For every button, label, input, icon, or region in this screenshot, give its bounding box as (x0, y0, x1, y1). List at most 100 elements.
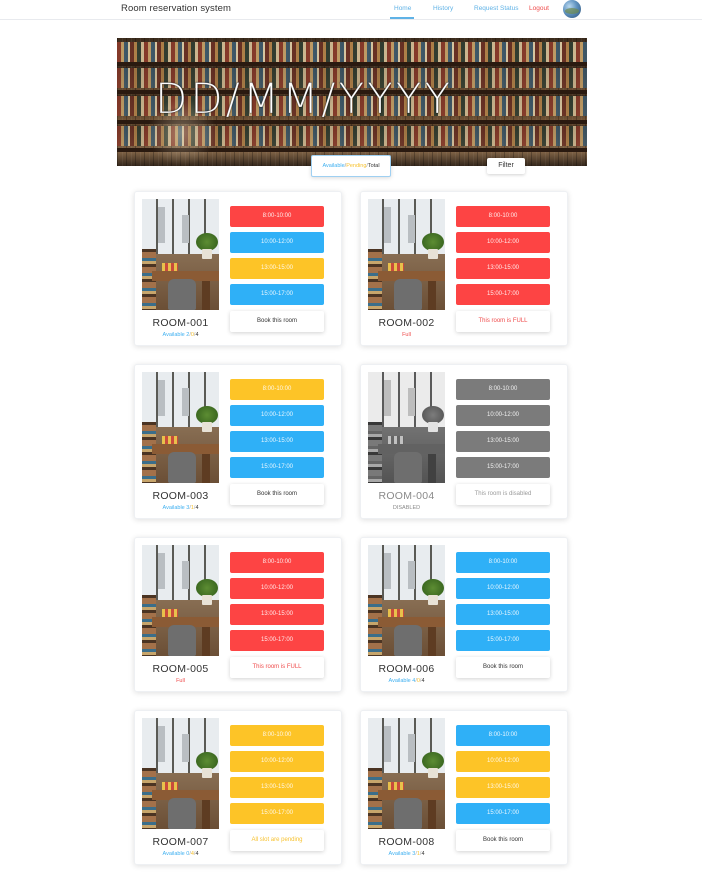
date-display: DD/MM/YYYY (155, 74, 454, 124)
time-slot-full: 13:00-15:00 (230, 604, 324, 625)
status-available-count: Available 4 (388, 678, 416, 684)
time-slot-available[interactable]: 10:00-12:00 (230, 232, 324, 253)
legend-total: Total (367, 163, 380, 169)
legend-available: Available (322, 163, 345, 169)
room-name: ROOM-001 (152, 317, 209, 329)
room-card: ROOM-003 Available 3/1/4 8:00-10:00 10:00-1… (134, 364, 342, 519)
nav-active-indicator (390, 17, 414, 19)
room-action-status: All slot are pending (230, 830, 324, 851)
room-availability-status: Full (368, 332, 445, 338)
time-slot-full: 10:00-12:00 (456, 232, 550, 253)
room-name: ROOM-007 (152, 836, 209, 848)
room-availability-status: Available 0/4/4 (142, 851, 219, 857)
room-card: ROOM-004 DISABLED 8:00-10:00 10:00-12:00 13:… (360, 364, 568, 519)
room-name: ROOM-003 (152, 490, 209, 502)
time-slot-available[interactable]: 15:00-17:00 (230, 457, 324, 478)
status-available-count: Available 2 (162, 332, 190, 338)
room-photo (368, 372, 445, 483)
room-availability-status: Available 2/0/4 (142, 332, 219, 338)
time-slot-disabled: 13:00-15:00 (456, 431, 550, 452)
time-slot-full: 15:00-17:00 (230, 630, 324, 651)
app-title: Room reservation system (121, 3, 232, 14)
room-card: ROOM-002 Full 8:00-10:00 10:00-12:00 13:00-1… (360, 191, 568, 346)
status-text: Full (176, 678, 185, 684)
time-slot-available[interactable]: 15:00-17:00 (456, 803, 550, 824)
nav-history-link[interactable]: History (433, 5, 453, 12)
time-slot-available[interactable]: 15:00-17:00 (230, 284, 324, 305)
book-room-button[interactable]: Book this room (230, 484, 324, 505)
time-slot-pending: 10:00-12:00 (456, 751, 550, 772)
room-name: ROOM-008 (378, 836, 435, 848)
time-slot-pending: 8:00-10:00 (230, 725, 324, 746)
room-photo (142, 372, 219, 483)
status-total-count: 4 (195, 332, 199, 338)
room-name: ROOM-002 (378, 317, 435, 329)
availability-legend: Available/Pending/Total (311, 155, 391, 177)
status-total-count: 4 (421, 851, 425, 857)
time-slot-available[interactable]: 8:00-10:00 (456, 725, 550, 746)
status-text: Full (402, 332, 411, 338)
nav-home-link[interactable]: Home (394, 5, 411, 12)
room-name: ROOM-006 (378, 663, 435, 675)
time-slot-pending: 8:00-10:00 (230, 379, 324, 400)
room-photo (142, 718, 219, 829)
time-slot-pending: 15:00-17:00 (230, 803, 324, 824)
room-card: ROOM-008 Available 3/1/4 8:00-10:00 10:00-1… (360, 710, 568, 865)
time-slot-full: 8:00-10:00 (230, 206, 324, 227)
time-slot-pending: 13:00-15:00 (456, 777, 550, 798)
book-room-button[interactable]: Book this room (456, 830, 550, 851)
nav-request-status-link[interactable]: Request Status (474, 5, 518, 12)
room-card: ROOM-001 Available 2/0/4 8:00-10:00 10:00-1… (134, 191, 342, 346)
filter-button[interactable]: Filter (487, 158, 525, 174)
room-card: ROOM-006 Available 4/0/4 8:00-10:00 10:00-1… (360, 537, 568, 692)
time-slot-full: 8:00-10:00 (230, 552, 324, 573)
room-photo (142, 199, 219, 310)
room-name: ROOM-005 (152, 663, 209, 675)
book-room-button[interactable]: Book this room (230, 311, 324, 332)
bookshelf-decoration (117, 42, 587, 62)
status-total-count: 4 (421, 678, 425, 684)
time-slot-disabled: 15:00-17:00 (456, 457, 550, 478)
room-action-status: This room is FULL (230, 657, 324, 678)
room-photo (142, 545, 219, 656)
status-available-count: Available 3 (388, 851, 416, 857)
nav-logout-link[interactable]: Logout (529, 5, 549, 12)
hero-banner: DD/MM/YYYY (117, 38, 587, 166)
room-action-status: This room is FULL (456, 311, 550, 332)
time-slot-full: 8:00-10:00 (456, 206, 550, 227)
legend-pending: Pending (346, 163, 367, 169)
time-slot-disabled: 10:00-12:00 (456, 405, 550, 426)
status-available-count: Available 3 (162, 505, 190, 511)
time-slot-pending: 13:00-15:00 (230, 258, 324, 279)
time-slot-available[interactable]: 10:00-12:00 (456, 578, 550, 599)
room-action-status: This room is disabled (456, 484, 550, 505)
room-availability-status: Available 3/1/4 (368, 851, 445, 857)
top-navbar: Room reservation system Home History Req… (0, 0, 702, 20)
room-availability-status: DISABLED (368, 505, 445, 511)
room-availability-status: Full (142, 678, 219, 684)
status-available-count: Available 0 (162, 851, 190, 857)
time-slot-pending: 10:00-12:00 (230, 751, 324, 772)
time-slot-available[interactable]: 13:00-15:00 (456, 604, 550, 625)
status-total-count: 4 (195, 505, 199, 511)
user-avatar[interactable] (563, 0, 581, 18)
room-card: ROOM-007 Available 0/4/4 8:00-10:00 10:00-1… (134, 710, 342, 865)
time-slot-full: 10:00-12:00 (230, 578, 324, 599)
time-slot-full: 13:00-15:00 (456, 258, 550, 279)
time-slot-available[interactable]: 10:00-12:00 (230, 405, 324, 426)
room-photo (368, 199, 445, 310)
room-availability-status: Available 3/1/4 (142, 505, 219, 511)
room-availability-status: Available 4/0/4 (368, 678, 445, 684)
time-slot-pending: 13:00-15:00 (230, 777, 324, 798)
time-slot-available[interactable]: 15:00-17:00 (456, 630, 550, 651)
book-room-button[interactable]: Book this room (456, 657, 550, 678)
status-total-count: 4 (195, 851, 199, 857)
room-name: ROOM-004 (378, 490, 435, 502)
room-photo (368, 718, 445, 829)
room-card: ROOM-005 Full 8:00-10:00 10:00-12:00 13:00-1… (134, 537, 342, 692)
status-text: DISABLED (392, 505, 421, 511)
room-photo (368, 545, 445, 656)
time-slot-available[interactable]: 13:00-15:00 (230, 431, 324, 452)
time-slot-available[interactable]: 8:00-10:00 (456, 552, 550, 573)
time-slot-full: 15:00-17:00 (456, 284, 550, 305)
